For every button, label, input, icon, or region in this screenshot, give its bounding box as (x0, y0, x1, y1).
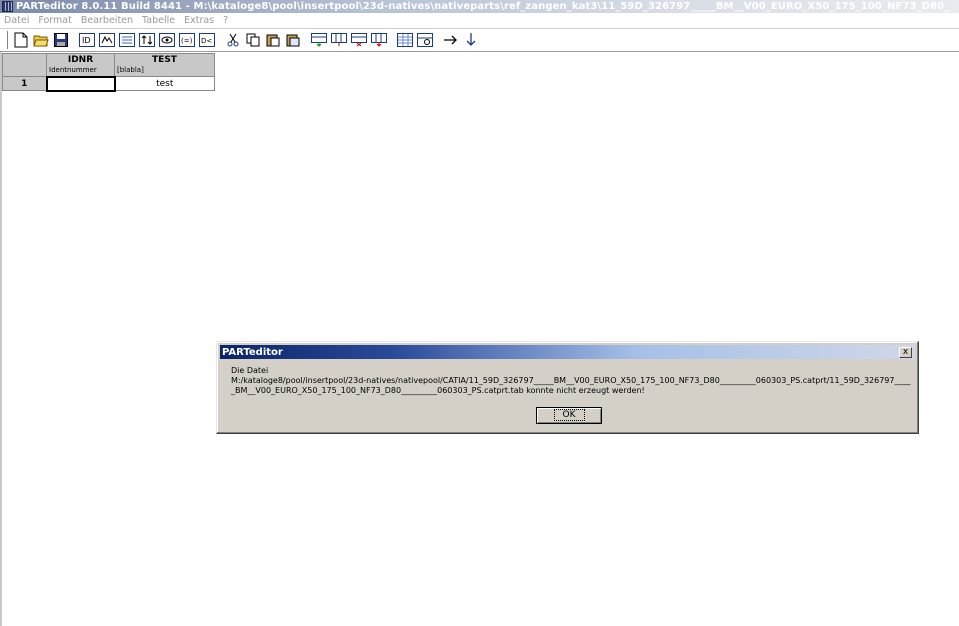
ok-button-label: OK (553, 409, 585, 421)
menu-extras[interactable]: Extras (184, 15, 214, 26)
table-header-row: IDNR Identnummer TEST [blabla] (2, 53, 215, 77)
svg-text:D<: D< (201, 37, 212, 45)
cut-icon (227, 33, 239, 47)
table-edit-button[interactable] (118, 31, 136, 49)
paste-special-button[interactable] (284, 31, 302, 49)
toolbar-grip[interactable] (4, 31, 8, 49)
variable-icon: (=) (179, 33, 195, 47)
column-header-sub: Identnummer (49, 66, 97, 74)
table-props-button[interactable] (416, 31, 434, 49)
ok-button[interactable]: OK (536, 407, 602, 424)
copy-icon (246, 33, 260, 47)
sort-icon (139, 33, 155, 47)
column-header-sub: [blabla] (117, 66, 144, 74)
delete-row-icon (351, 33, 367, 47)
column-header-test[interactable]: TEST [blabla] (114, 53, 215, 77)
variable-button[interactable]: (=) (178, 31, 196, 49)
menu-tabelle[interactable]: Tabelle (142, 15, 175, 26)
open-folder-icon (33, 35, 49, 47)
dialog-message: Die Datei M:/kataloge8/pool/insertpool/2… (231, 366, 913, 396)
move-right-button[interactable] (442, 31, 460, 49)
table-row: 1 test (2, 75, 215, 92)
new-file-button[interactable] (12, 31, 30, 49)
grid-button[interactable] (396, 31, 414, 49)
cut-button[interactable] (224, 31, 242, 49)
formula-button[interactable] (98, 31, 116, 49)
expand-button[interactable]: D< (198, 31, 216, 49)
cell-idnr[interactable] (45, 75, 116, 92)
column-header-name: IDNR (67, 55, 94, 65)
close-icon: x (902, 346, 909, 357)
grid-icon (397, 33, 413, 47)
save-button[interactable] (52, 31, 70, 49)
view-icon (159, 33, 175, 47)
sort-button[interactable] (138, 31, 156, 49)
open-button[interactable] (32, 31, 50, 49)
dialog-message-path: M:/kataloge8/pool/insertpool/23d-natives… (231, 376, 911, 395)
new-file-icon (14, 32, 28, 48)
menu-bearbeiten[interactable]: Bearbeiten (81, 15, 133, 26)
toolbar: ID (=) D< (0, 28, 959, 52)
save-icon (54, 33, 68, 47)
title-bar[interactable]: PARTeditor 8.0.11 Build 8441 - M:\katalo… (0, 0, 959, 13)
app-icon (2, 1, 13, 12)
arrow-right-icon (444, 35, 457, 45)
table-edit-icon (119, 33, 135, 47)
id-button[interactable]: ID (78, 31, 96, 49)
menu-bar: Datei Format Bearbeiten Tabelle Extras ? (0, 13, 959, 28)
table-corner[interactable] (2, 53, 47, 77)
insert-column-button[interactable] (330, 31, 348, 49)
cell-test[interactable]: test (114, 76, 215, 91)
id-icon: ID (79, 33, 95, 47)
column-header-idnr[interactable]: IDNR Identnummer (46, 53, 115, 77)
paste-special-icon (286, 34, 300, 47)
delete-column-icon (371, 33, 387, 47)
table-props-icon (417, 33, 433, 47)
arrow-down-icon (466, 33, 476, 46)
view-button[interactable] (158, 31, 176, 49)
expand-icon: D< (199, 33, 215, 47)
svg-text:ID: ID (82, 36, 91, 45)
data-table: IDNR Identnummer TEST [blabla] 1 test (2, 53, 215, 92)
insert-column-icon (331, 33, 347, 46)
dialog-message-line: Die Datei (231, 366, 269, 375)
column-header-name: TEST (152, 55, 177, 65)
error-dialog: PARTeditor x Die Datei M:/kataloge8/pool… (216, 341, 919, 434)
dialog-title-bar[interactable]: PARTeditor x (220, 345, 915, 359)
formula-icon (99, 33, 115, 47)
menu-datei[interactable]: Datei (4, 15, 29, 26)
menu-format[interactable]: Format (38, 15, 71, 26)
delete-row-button[interactable] (350, 31, 368, 49)
window-title: PARTeditor 8.0.11 Build 8441 - M:\katalo… (16, 1, 950, 12)
move-down-button[interactable] (462, 31, 480, 49)
paste-button[interactable] (264, 31, 282, 49)
delete-column-button[interactable] (370, 31, 388, 49)
dialog-close-button[interactable]: x (899, 346, 912, 358)
dialog-title: PARTeditor (222, 346, 283, 358)
insert-row-button[interactable] (310, 31, 328, 49)
menu-help[interactable]: ? (223, 15, 228, 26)
row-header[interactable]: 1 (2, 76, 47, 91)
workarea-border (0, 52, 2, 626)
svg-text:(=): (=) (181, 37, 193, 45)
copy-button[interactable] (244, 31, 262, 49)
insert-row-icon (311, 33, 327, 47)
paste-icon (266, 34, 280, 47)
